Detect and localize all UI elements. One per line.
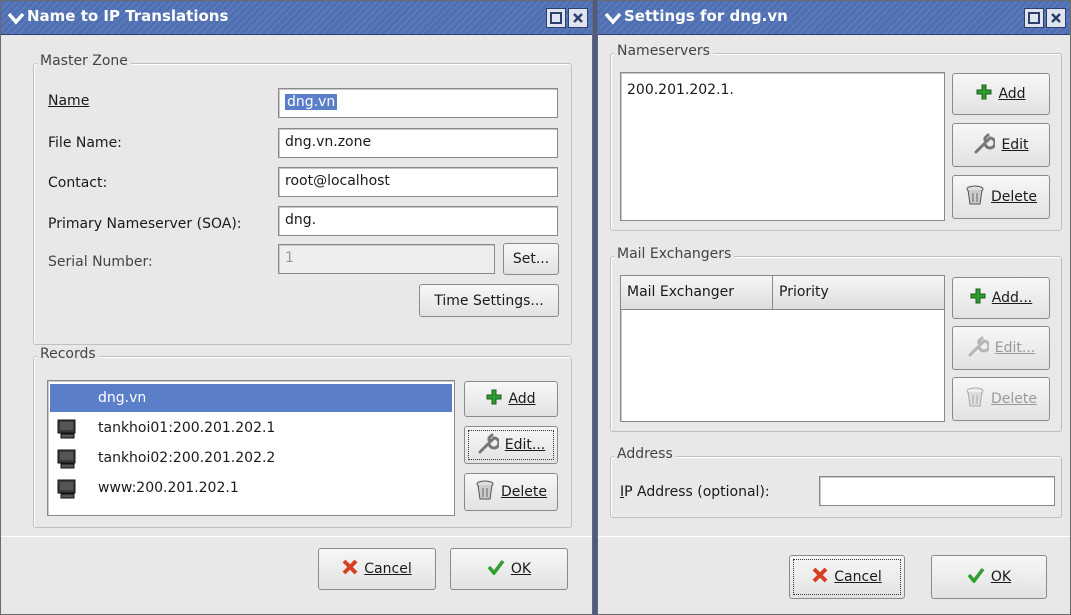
cancel-icon (342, 559, 358, 579)
computer-icon (56, 449, 78, 473)
trash-icon (965, 386, 985, 412)
edit-label: Edit... (994, 340, 1036, 356)
ip-address-label-rest: P Address (optional): (624, 484, 770, 500)
mail-edit-button: Edit... (952, 326, 1050, 370)
wrench-icon (477, 432, 501, 458)
cancel-icon (812, 567, 828, 587)
add-label: Add (998, 86, 1026, 102)
add-label: Add (508, 391, 536, 407)
nameservers-add-button[interactable]: Add (952, 73, 1050, 115)
settings-window: Settings for dng.vn Nameservers 200.201.… (597, 0, 1071, 615)
list-item[interactable]: www:200.201.202.1 (50, 474, 452, 502)
list-item-label: www:200.201.202.1 (98, 480, 239, 496)
nameservers-edit-button[interactable]: Edit (952, 123, 1050, 167)
time-settings-label: Time Settings... (434, 292, 544, 309)
divider (1, 536, 592, 537)
trash-icon (475, 479, 495, 505)
mail-add-button[interactable]: Add... (952, 277, 1050, 319)
window-title: Name to IP Translations (27, 7, 229, 25)
ip-address-field[interactable] (819, 476, 1055, 506)
delete-label: Delete (991, 391, 1037, 407)
name-label: Name (48, 93, 90, 109)
address-label: Address (614, 446, 676, 462)
set-button-label: Set... (512, 251, 550, 267)
close-icon[interactable] (1046, 8, 1066, 28)
primary-ns-field[interactable]: dng. (278, 206, 558, 236)
mail-delete-button: Delete (952, 377, 1050, 421)
list-item[interactable]: dng.vn (50, 384, 452, 412)
list-item-label: dng.vn (98, 390, 147, 406)
titlebar[interactable]: Settings for dng.vn (598, 1, 1070, 35)
mail-exchangers-table[interactable]: Mail Exchanger Priority (620, 275, 945, 422)
records-list[interactable]: dng.vn tankhoi01:200.201.202.1 tankhoi02… (47, 380, 455, 516)
contact-field[interactable]: root@localhost (278, 167, 558, 197)
primary-ns-label: Primary Nameserver (SOA): (48, 216, 242, 232)
ok-button[interactable]: OK (931, 555, 1047, 599)
ok-button[interactable]: OK (450, 548, 568, 590)
master-zone-label: Master Zone (37, 53, 131, 69)
add-label: Add... (991, 290, 1033, 306)
filename-field[interactable]: dng.vn.zone (278, 128, 558, 158)
records-edit-button[interactable]: Edit... (464, 426, 558, 464)
mail-exchangers-label: Mail Exchangers (614, 246, 735, 262)
edit-label: Edit (1001, 137, 1029, 153)
list-item[interactable]: 200.201.202.1. (627, 76, 942, 104)
window-menu-icon[interactable] (7, 10, 25, 26)
ok-label: OK (510, 561, 532, 577)
checkmark-icon (967, 567, 985, 587)
ok-label: OK (990, 569, 1012, 585)
time-settings-button[interactable]: Time Settings... (419, 284, 559, 317)
add-icon (976, 84, 992, 104)
serial-label: Serial Number: (48, 254, 153, 270)
list-item-label: tankhoi02:200.201.202.2 (98, 450, 276, 466)
maximize-icon[interactable] (546, 8, 566, 28)
list-item-label: 200.201.202.1. (627, 82, 734, 98)
divider (598, 536, 1070, 537)
maximize-icon[interactable] (1024, 8, 1044, 28)
titlebar[interactable]: Name to IP Translations (1, 1, 592, 35)
wrench-icon (973, 132, 997, 158)
list-item[interactable]: tankhoi02:200.201.202.2 (50, 444, 452, 472)
checkmark-icon (487, 559, 505, 579)
cancel-label: Cancel (364, 561, 412, 577)
trash-icon (965, 184, 985, 210)
list-item-label: tankhoi01:200.201.202.1 (98, 420, 276, 436)
close-icon[interactable] (568, 8, 588, 28)
ip-address-label: IP Address (optional): (620, 484, 770, 500)
contact-label: Contact: (48, 175, 108, 191)
column-header-mail-exchanger[interactable]: Mail Exchanger (621, 276, 773, 310)
nameservers-delete-button[interactable]: Delete (952, 175, 1050, 219)
computer-icon (56, 419, 78, 443)
nameservers-label: Nameservers (614, 43, 713, 59)
cancel-label: Cancel (834, 569, 882, 585)
window-menu-icon[interactable] (604, 10, 622, 26)
computer-icon (56, 479, 78, 503)
name-to-ip-window: Name to IP Translations Master Zone Name… (0, 0, 593, 615)
edit-label: Edit... (504, 437, 546, 453)
filename-label: File Name: (48, 135, 122, 151)
serial-field: 1 (278, 244, 495, 274)
add-icon (970, 288, 986, 308)
delete-label: Delete (501, 484, 547, 500)
set-button[interactable]: Set... (503, 243, 559, 275)
list-item[interactable]: tankhoi01:200.201.202.1 (50, 414, 452, 442)
cancel-button[interactable]: Cancel (318, 548, 436, 590)
records-delete-button[interactable]: Delete (464, 473, 558, 511)
column-header-priority[interactable]: Priority (773, 276, 944, 310)
delete-label: Delete (991, 189, 1037, 205)
wrench-icon (967, 335, 991, 361)
records-add-button[interactable]: Add (464, 381, 558, 417)
add-icon (486, 389, 502, 409)
nameservers-list[interactable]: 200.201.202.1. (620, 72, 945, 221)
cancel-button[interactable]: Cancel (789, 555, 905, 599)
name-field[interactable]: dng.vn (278, 88, 558, 118)
records-label: Records (37, 346, 99, 362)
window-title: Settings for dng.vn (624, 7, 788, 25)
